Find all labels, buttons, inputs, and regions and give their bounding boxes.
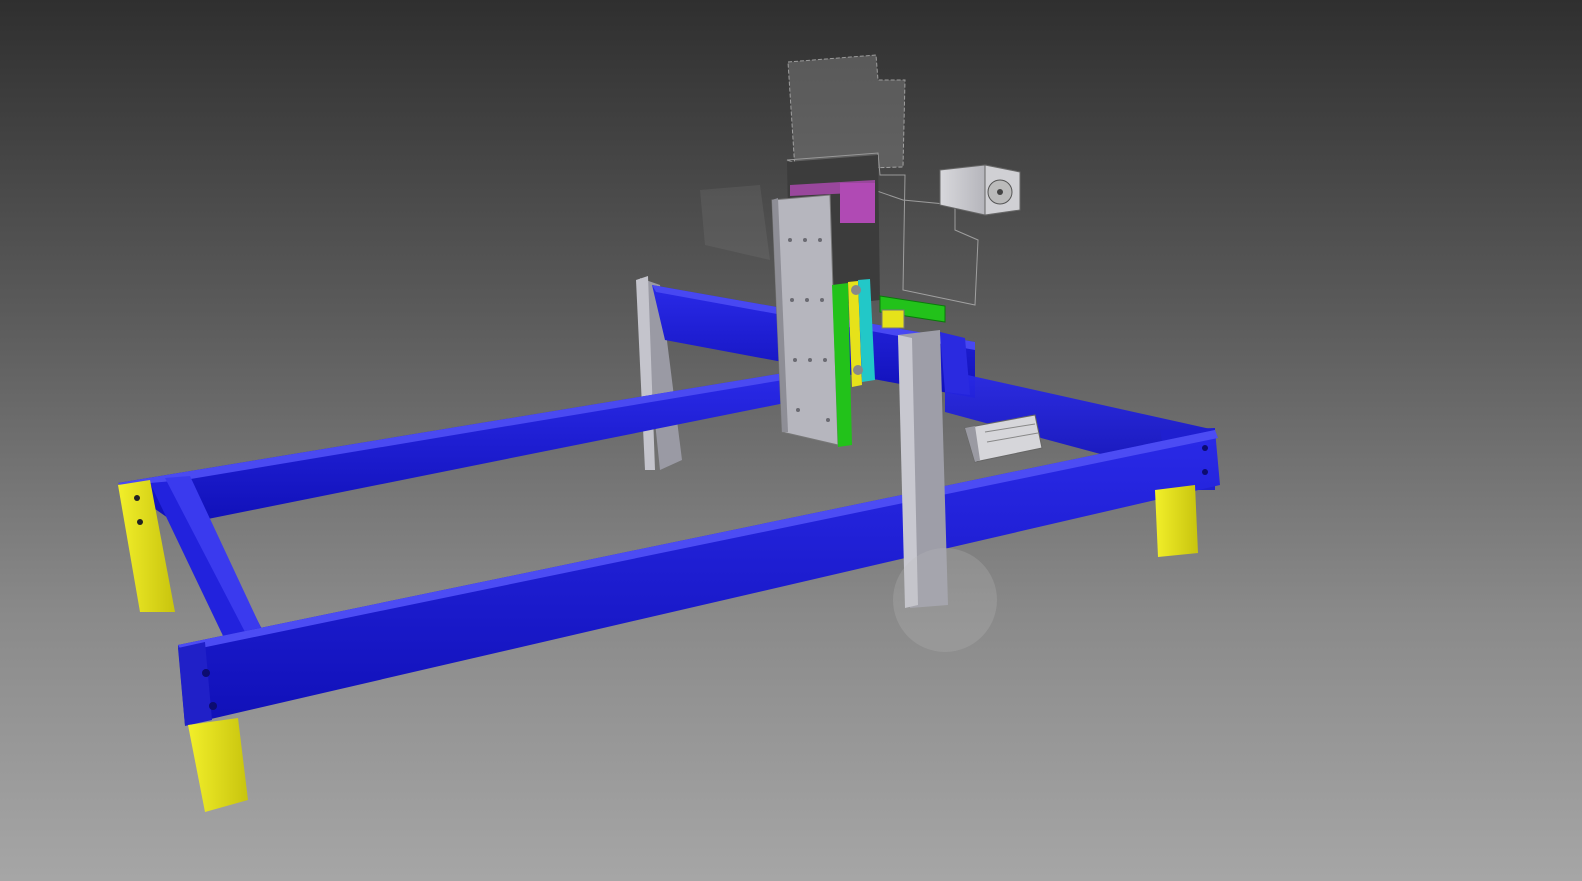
cnc-machine-model[interactable] — [0, 0, 1582, 881]
ghost-base-disc — [893, 548, 997, 652]
x-linear-rail — [879, 295, 946, 329]
stepper-motor-bottom[interactable] — [964, 414, 1043, 463]
stepper-motor-top[interactable] — [939, 164, 1021, 216]
z-carriage-plate[interactable] — [771, 194, 839, 446]
base-frame — [118, 370, 1220, 726]
z-linear-rails — [832, 279, 875, 447]
cad-viewport[interactable] — [0, 0, 1582, 881]
